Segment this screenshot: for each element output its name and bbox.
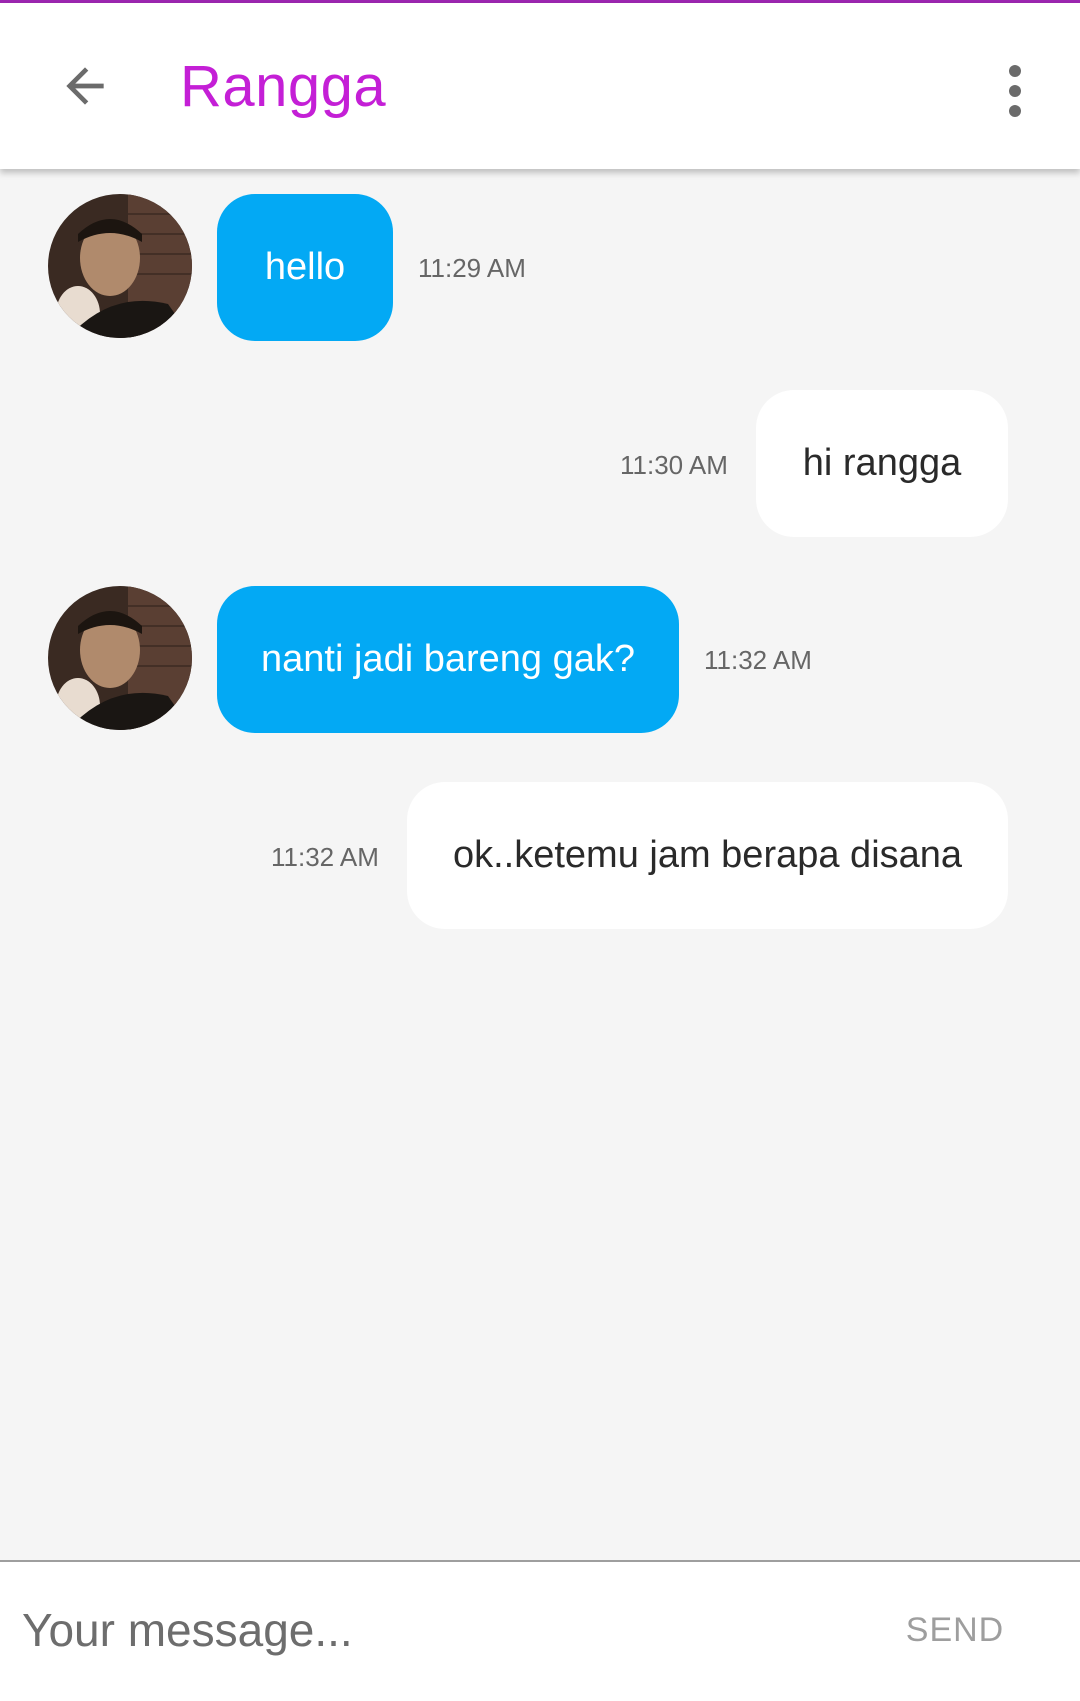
message-list[interactable]: hello 11:29 AM 11:30 AM hi rangga nanti … [0,169,1080,1560]
message-text: hi rangga [802,442,962,484]
app-toolbar: Rangga [0,3,1080,169]
message-timestamp: 11:29 AM [418,253,526,283]
overflow-menu-button[interactable] [985,51,1045,131]
incoming-message-bubble[interactable]: hello [217,194,393,341]
more-vertical-icon [1009,65,1021,117]
message-text: nanti jadi bareng gak? [261,638,635,680]
chat-screen: Rangga hello 11:29 AM 11:30 AM hi rangga… [0,0,1080,1701]
avatar-image [48,586,192,730]
back-button[interactable] [40,41,130,131]
send-button[interactable]: SEND [880,1598,1030,1662]
outgoing-message-bubble[interactable]: hi rangga [756,390,1008,537]
message-text: hello [264,246,346,288]
avatar-image [48,194,192,338]
incoming-message-bubble[interactable]: nanti jadi bareng gak? [217,586,679,733]
message-composer: SEND [0,1560,1080,1701]
contact-avatar[interactable] [48,194,192,338]
message-timestamp: 11:30 AM [620,450,728,480]
message-text: ok..ketemu jam berapa disana [452,834,963,876]
message-timestamp: 11:32 AM [704,645,812,675]
arrow-left-icon [66,67,104,105]
contact-avatar[interactable] [48,586,192,730]
page-title: Rangga [180,54,387,119]
message-input[interactable] [22,1590,842,1670]
outgoing-message-bubble[interactable]: ok..ketemu jam berapa disana [407,782,1008,929]
message-timestamp: 11:32 AM [271,842,379,872]
